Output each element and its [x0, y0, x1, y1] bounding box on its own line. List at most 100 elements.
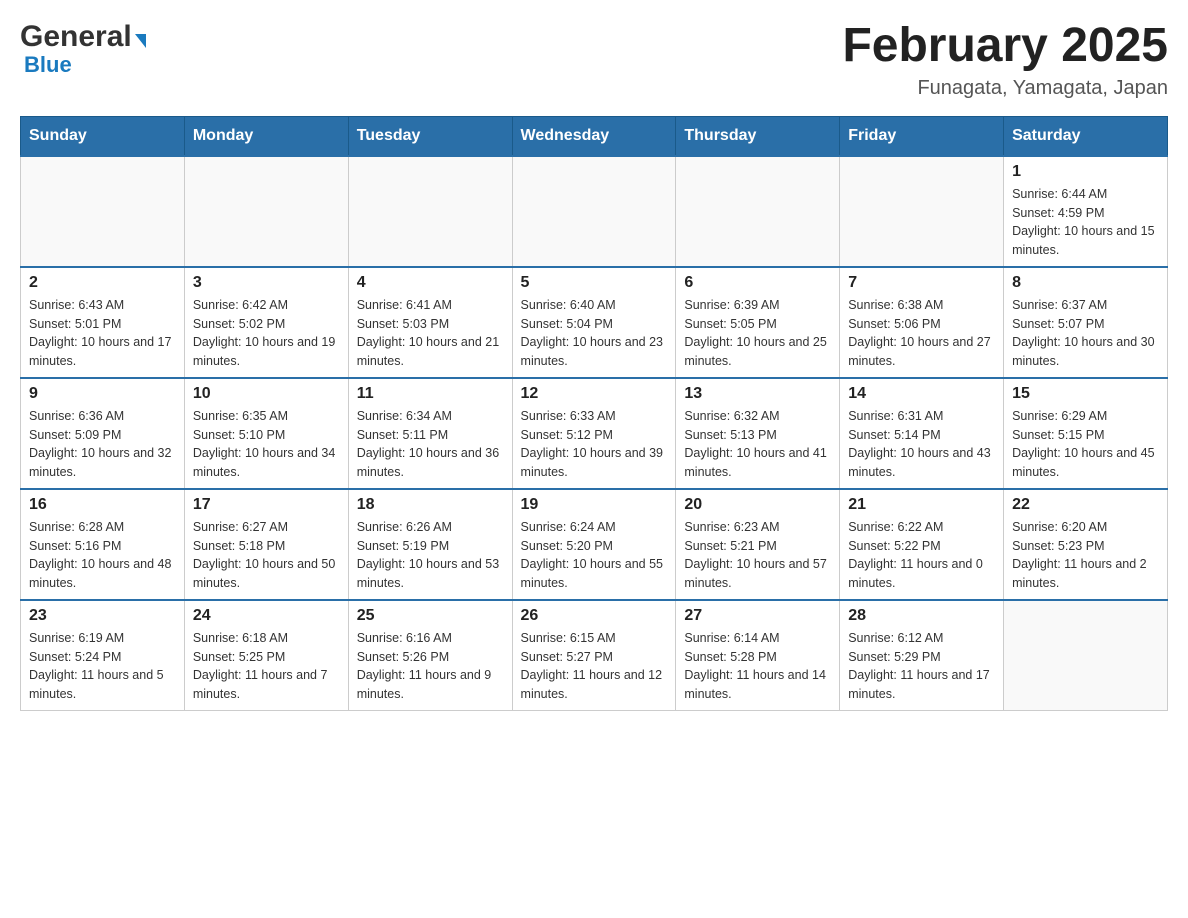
- day-info: Sunrise: 6:15 AMSunset: 5:27 PMDaylight:…: [521, 629, 668, 704]
- day-info: Sunrise: 6:16 AMSunset: 5:26 PMDaylight:…: [357, 629, 504, 704]
- month-title: February 2025: [842, 20, 1168, 73]
- day-number: 23: [29, 607, 176, 625]
- calendar-cell: 5 Sunrise: 6:40 AMSunset: 5:04 PMDaylight…: [512, 267, 676, 378]
- weekday-header-wednesday: Wednesday: [512, 116, 676, 156]
- calendar-cell: 9 Sunrise: 6:36 AMSunset: 5:09 PMDaylight…: [21, 378, 185, 489]
- calendar-cell: 26 Sunrise: 6:15 AMSunset: 5:27 PMDayligh…: [512, 600, 676, 711]
- day-number: 5: [521, 274, 668, 292]
- calendar-cell: 15 Sunrise: 6:29 AMSunset: 5:15 PMDayligh…: [1004, 378, 1168, 489]
- day-info: Sunrise: 6:28 AMSunset: 5:16 PMDaylight:…: [29, 518, 176, 593]
- weekday-header-thursday: Thursday: [676, 116, 840, 156]
- day-number: 21: [848, 496, 995, 514]
- calendar-cell: 8 Sunrise: 6:37 AMSunset: 5:07 PMDaylight…: [1004, 267, 1168, 378]
- day-number: 7: [848, 274, 995, 292]
- calendar-cell: [1004, 600, 1168, 711]
- title-area: February 2025 Funagata, Yamagata, Japan: [842, 20, 1168, 100]
- day-number: 9: [29, 385, 176, 403]
- day-info: Sunrise: 6:44 AMSunset: 4:59 PMDaylight:…: [1012, 185, 1159, 260]
- day-number: 1: [1012, 163, 1159, 181]
- calendar-cell: [184, 156, 348, 267]
- calendar-week-row: 9 Sunrise: 6:36 AMSunset: 5:09 PMDaylight…: [21, 378, 1168, 489]
- calendar-cell: 27Sunrise: 6:14 AMSunset: 5:28 PMDayligh…: [676, 600, 840, 711]
- calendar-cell: 4Sunrise: 6:41 AMSunset: 5:03 PMDaylight…: [348, 267, 512, 378]
- calendar-cell: 21Sunrise: 6:22 AMSunset: 5:22 PMDayligh…: [840, 489, 1004, 600]
- day-info: Sunrise: 6:20 AMSunset: 5:23 PMDaylight:…: [1012, 518, 1159, 593]
- day-number: 2: [29, 274, 176, 292]
- weekday-header-monday: Monday: [184, 116, 348, 156]
- calendar-cell: 1 Sunrise: 6:44 AMSunset: 4:59 PMDaylight…: [1004, 156, 1168, 267]
- day-number: 12: [521, 385, 668, 403]
- day-number: 25: [357, 607, 504, 625]
- day-info: Sunrise: 6:26 AMSunset: 5:19 PMDaylight:…: [357, 518, 504, 593]
- calendar-cell: 12 Sunrise: 6:33 AMSunset: 5:12 PMDayligh…: [512, 378, 676, 489]
- day-number: 22: [1012, 496, 1159, 514]
- day-info: Sunrise: 6:43 AMSunset: 5:01 PMDaylight:…: [29, 296, 176, 371]
- day-info: Sunrise: 6:14 AMSunset: 5:28 PMDaylight:…: [684, 629, 831, 704]
- day-info: Sunrise: 6:27 AMSunset: 5:18 PMDaylight:…: [193, 518, 340, 593]
- calendar-cell: 24 Sunrise: 6:18 AMSunset: 5:25 PMDayligh…: [184, 600, 348, 711]
- day-info: Sunrise: 6:23 AMSunset: 5:21 PMDaylight:…: [684, 518, 831, 593]
- weekday-header-friday: Friday: [840, 116, 1004, 156]
- day-number: 28: [848, 607, 995, 625]
- calendar-cell: [676, 156, 840, 267]
- day-info: Sunrise: 6:41 AMSunset: 5:03 PMDaylight:…: [357, 296, 504, 371]
- day-info: Sunrise: 6:38 AMSunset: 5:06 PMDaylight:…: [848, 296, 995, 371]
- day-number: 14: [848, 385, 995, 403]
- calendar-cell: 13Sunrise: 6:32 AMSunset: 5:13 PMDayligh…: [676, 378, 840, 489]
- calendar-cell: 19 Sunrise: 6:24 AMSunset: 5:20 PMDayligh…: [512, 489, 676, 600]
- calendar-cell: 2 Sunrise: 6:43 AMSunset: 5:01 PMDaylight…: [21, 267, 185, 378]
- day-info: Sunrise: 6:18 AMSunset: 5:25 PMDaylight:…: [193, 629, 340, 704]
- day-info: Sunrise: 6:35 AMSunset: 5:10 PMDaylight:…: [193, 407, 340, 482]
- day-info: Sunrise: 6:42 AMSunset: 5:02 PMDaylight:…: [193, 296, 340, 371]
- weekday-header-sunday: Sunday: [21, 116, 185, 156]
- calendar-cell: 23 Sunrise: 6:19 AMSunset: 5:24 PMDayligh…: [21, 600, 185, 711]
- calendar-cell: 14 Sunrise: 6:31 AMSunset: 5:14 PMDayligh…: [840, 378, 1004, 489]
- calendar-cell: [840, 156, 1004, 267]
- day-info: Sunrise: 6:19 AMSunset: 5:24 PMDaylight:…: [29, 629, 176, 704]
- day-number: 19: [521, 496, 668, 514]
- calendar-week-row: 1 Sunrise: 6:44 AMSunset: 4:59 PMDaylight…: [21, 156, 1168, 267]
- weekday-header-saturday: Saturday: [1004, 116, 1168, 156]
- day-info: Sunrise: 6:37 AMSunset: 5:07 PMDaylight:…: [1012, 296, 1159, 371]
- day-info: Sunrise: 6:33 AMSunset: 5:12 PMDaylight:…: [521, 407, 668, 482]
- calendar-week-row: 16 Sunrise: 6:28 AMSunset: 5:16 PMDayligh…: [21, 489, 1168, 600]
- calendar-week-row: 2 Sunrise: 6:43 AMSunset: 5:01 PMDaylight…: [21, 267, 1168, 378]
- day-info: Sunrise: 6:24 AMSunset: 5:20 PMDaylight:…: [521, 518, 668, 593]
- calendar-cell: [348, 156, 512, 267]
- weekday-header-tuesday: Tuesday: [348, 116, 512, 156]
- day-info: Sunrise: 6:12 AMSunset: 5:29 PMDaylight:…: [848, 629, 995, 704]
- day-info: Sunrise: 6:29 AMSunset: 5:15 PMDaylight:…: [1012, 407, 1159, 482]
- day-info: Sunrise: 6:34 AMSunset: 5:11 PMDaylight:…: [357, 407, 504, 482]
- calendar-cell: 17 Sunrise: 6:27 AMSunset: 5:18 PMDayligh…: [184, 489, 348, 600]
- day-number: 24: [193, 607, 340, 625]
- day-number: 8: [1012, 274, 1159, 292]
- day-number: 18: [357, 496, 504, 514]
- calendar-cell: 11Sunrise: 6:34 AMSunset: 5:11 PMDayligh…: [348, 378, 512, 489]
- day-info: Sunrise: 6:39 AMSunset: 5:05 PMDaylight:…: [684, 296, 831, 371]
- calendar-cell: [21, 156, 185, 267]
- day-number: 26: [521, 607, 668, 625]
- calendar-cell: 3 Sunrise: 6:42 AMSunset: 5:02 PMDaylight…: [184, 267, 348, 378]
- day-number: 3: [193, 274, 340, 292]
- calendar-cell: 22 Sunrise: 6:20 AMSunset: 5:23 PMDayligh…: [1004, 489, 1168, 600]
- calendar-cell: 10Sunrise: 6:35 AMSunset: 5:10 PMDayligh…: [184, 378, 348, 489]
- calendar-cell: 28 Sunrise: 6:12 AMSunset: 5:29 PMDayligh…: [840, 600, 1004, 711]
- day-info: Sunrise: 6:40 AMSunset: 5:04 PMDaylight:…: [521, 296, 668, 371]
- calendar-cell: 16 Sunrise: 6:28 AMSunset: 5:16 PMDayligh…: [21, 489, 185, 600]
- calendar-cell: [512, 156, 676, 267]
- calendar-cell: 18 Sunrise: 6:26 AMSunset: 5:19 PMDayligh…: [348, 489, 512, 600]
- weekday-header-row: SundayMondayTuesdayWednesdayThursdayFrid…: [21, 116, 1168, 156]
- day-info: Sunrise: 6:32 AMSunset: 5:13 PMDaylight:…: [684, 407, 831, 482]
- day-number: 6: [684, 274, 831, 292]
- page-header: General Blue February 2025 Funagata, Yam…: [20, 20, 1168, 100]
- calendar-week-row: 23 Sunrise: 6:19 AMSunset: 5:24 PMDayligh…: [21, 600, 1168, 711]
- calendar-cell: 7 Sunrise: 6:38 AMSunset: 5:06 PMDaylight…: [840, 267, 1004, 378]
- logo: General Blue: [20, 20, 146, 78]
- day-number: 20: [684, 496, 831, 514]
- day-info: Sunrise: 6:31 AMSunset: 5:14 PMDaylight:…: [848, 407, 995, 482]
- day-number: 15: [1012, 385, 1159, 403]
- day-number: 16: [29, 496, 176, 514]
- calendar-cell: 20 Sunrise: 6:23 AMSunset: 5:21 PMDayligh…: [676, 489, 840, 600]
- day-info: Sunrise: 6:36 AMSunset: 5:09 PMDaylight:…: [29, 407, 176, 482]
- day-number: 17: [193, 496, 340, 514]
